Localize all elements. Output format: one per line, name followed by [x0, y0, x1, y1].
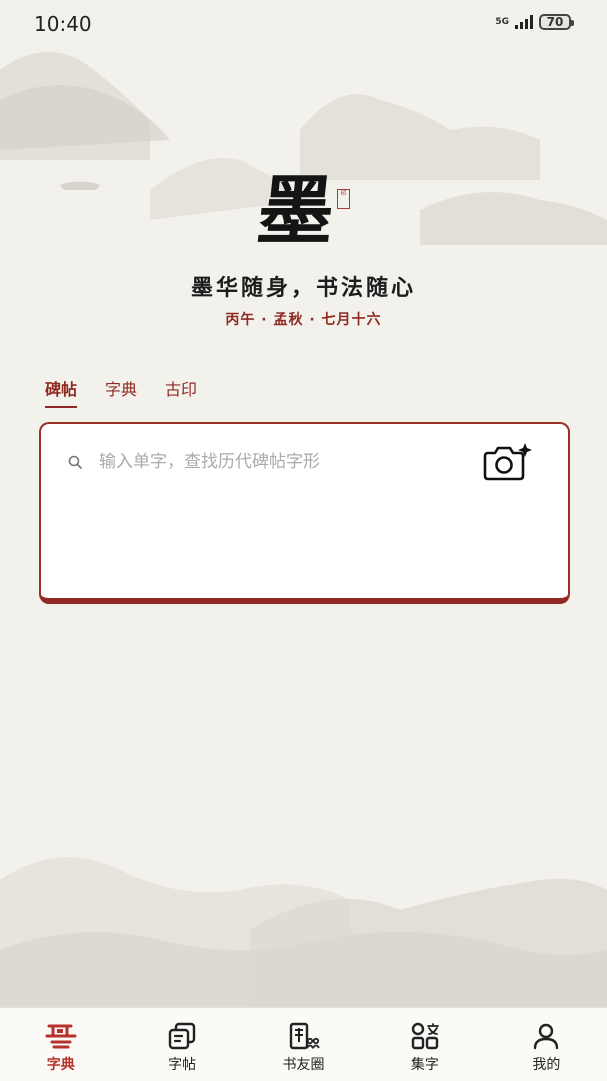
status-indicators: 5G 70 [495, 14, 574, 30]
camera-search-icon[interactable] [479, 442, 533, 484]
dictionary-icon [45, 1024, 77, 1049]
search-input[interactable] [97, 444, 461, 480]
signal-icon [515, 15, 533, 29]
app-logo: 墨 印 [0, 165, 607, 260]
nav-collect-chars[interactable]: 集字 [364, 1008, 485, 1081]
search-mode-tabs: 碑帖 字典 古印 [45, 376, 197, 408]
nav-community[interactable]: 书友圈 [243, 1008, 364, 1081]
nav-label: 我的 [532, 1057, 561, 1073]
nav-label: 字典 [46, 1057, 75, 1073]
nav-label: 集字 [410, 1057, 439, 1073]
battery-level: 70 [546, 15, 564, 29]
search-card [39, 422, 570, 604]
mountain-illustration-bottom [0, 857, 607, 1010]
seal-stamp-icon: 印 [337, 189, 350, 209]
nav-label: 书友圈 [282, 1057, 325, 1073]
nav-dictionary[interactable]: 字典 [0, 1008, 121, 1081]
community-icon [289, 1022, 320, 1050]
tab-rubbings[interactable]: 碑帖 [45, 376, 78, 408]
nav-profile[interactable]: 我的 [486, 1008, 607, 1081]
nav-copybook[interactable]: 字帖 [121, 1008, 242, 1081]
nav-label: 字帖 [168, 1057, 197, 1073]
bottom-nav: 字典 字帖 书友圈 集字 我的 [0, 1007, 607, 1081]
search-icon [68, 455, 82, 469]
slogan: 墨华随身，书法随心 [190, 275, 416, 301]
battery-icon: 70 [539, 14, 574, 30]
network-type: 5G [495, 16, 509, 27]
tab-seals[interactable]: 古印 [165, 376, 197, 408]
collect-chars-icon [411, 1022, 439, 1050]
status-time: 10:40 [34, 12, 92, 36]
logo-calligraphy: 墨 [253, 166, 339, 255]
copybook-icon [168, 1022, 196, 1050]
tab-dictionary[interactable]: 字典 [105, 376, 137, 408]
profile-icon [534, 1023, 559, 1050]
lunar-date: 丙午 · 孟秋 · 七月十六 [225, 312, 382, 328]
status-bar: 10:40 5G 70 [0, 0, 607, 48]
